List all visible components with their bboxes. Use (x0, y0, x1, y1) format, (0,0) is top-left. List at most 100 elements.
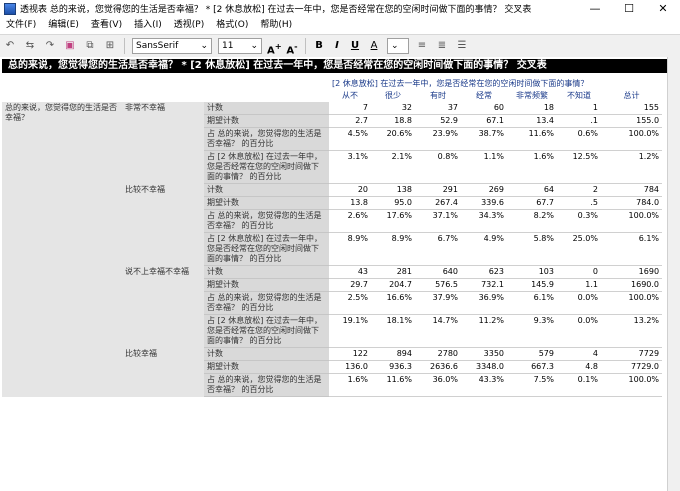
underline-button[interactable]: U (348, 39, 362, 53)
table-cell: 18.1% (371, 314, 415, 348)
table-cell: 11.6% (507, 127, 557, 151)
table-cell: 13.4 (507, 114, 557, 128)
table-cell: 732.1 (461, 278, 507, 292)
column-variable-label: [2 休息放松] 在过去一年中，您是否经常在您的空闲时间做下面的事情？ (332, 79, 589, 88)
align-center-icon[interactable]: ≣ (435, 39, 449, 53)
table-cell: 20.6% (371, 127, 415, 151)
table-row: 总的来说，您觉得您的生活是否幸福？ 非常不幸福 计数 7 32 37 60 18 1 155 (2, 102, 663, 397)
table-cell: 13.8 (329, 196, 371, 210)
title-bar: 透视表 总的来说，您觉得您的生活是否幸福？ * [2 休息放松] 在过去一年中，… (0, 0, 680, 17)
pivot-icon[interactable]: ▣ (63, 39, 77, 53)
close-button[interactable]: ✕ (646, 0, 680, 17)
redo-icon[interactable]: ↷ (43, 39, 57, 53)
table-cell: 269 (461, 183, 507, 197)
table-cell: 2 (557, 183, 601, 197)
statistic-label: 计数 (204, 265, 329, 279)
vertical-scrollbar[interactable] (667, 57, 680, 491)
table-cell: 18.8 (371, 114, 415, 128)
table-cell: 100.0% (601, 291, 663, 315)
align-right-icon[interactable]: ☰ (455, 39, 469, 53)
table-cell: 623 (461, 265, 507, 279)
italic-button[interactable]: I (330, 39, 344, 53)
menu-format[interactable]: 格式(O) (210, 17, 254, 34)
toolbar-separator (305, 38, 306, 54)
table-cell: 6.7% (415, 232, 461, 266)
table-cell: 1.1 (557, 278, 601, 292)
table-cell: 1.6% (329, 373, 371, 397)
table-cell: 67.7 (507, 196, 557, 210)
table-cell: 579 (507, 347, 557, 361)
chevron-down-icon: ⌄ (391, 41, 399, 51)
maximize-button[interactable]: ☐ (612, 0, 646, 17)
table-cell: 1.2% (601, 150, 663, 184)
table-cell: 894 (371, 347, 415, 361)
menu-file[interactable]: 文件(F) (0, 17, 42, 34)
menu-help[interactable]: 帮助(H) (254, 17, 298, 34)
statistic-label: 占 [2 休息放松] 在过去一年中，您是否经常在您的空闲时间做下面的事情？ 的百… (204, 314, 329, 348)
table-cell: 936.3 (371, 360, 415, 374)
table-cell: 100.0% (601, 209, 663, 233)
swap-icon[interactable]: ⇆ (23, 39, 37, 53)
statistic-label: 占 [2 休息放松] 在过去一年中，您是否经常在您的空闲时间做下面的事情？ 的百… (204, 150, 329, 184)
table-cell: 43.3% (461, 373, 507, 397)
minimize-button[interactable]: — (578, 0, 612, 17)
table-cell: 0.6% (557, 127, 601, 151)
font-size-value: 11 (222, 41, 234, 51)
font-size-select[interactable]: 11 ⌄ (218, 38, 262, 54)
table-cell: 784.0 (601, 196, 663, 210)
table-cell: 38.7% (461, 127, 507, 151)
table-cell: 100.0% (601, 373, 663, 397)
column-header: 非常频繁 (516, 91, 548, 100)
table-cell: 7729 (601, 347, 663, 361)
menu-view[interactable]: 查看(V) (85, 17, 128, 34)
table-cell: 784 (601, 183, 663, 197)
table-cell: 267.4 (415, 196, 461, 210)
table-cell: 17.6% (371, 209, 415, 233)
font-grow-button[interactable]: A+ (267, 39, 282, 57)
table-cell: .1 (557, 114, 601, 128)
table-cell: 2.5% (329, 291, 371, 315)
table-cell: 2780 (415, 347, 461, 361)
table-cell: 36.0% (415, 373, 461, 397)
font-select[interactable]: SansSerif ⌄ (132, 38, 212, 54)
table-cell: 60 (461, 102, 507, 115)
table-cell: 8.9% (329, 232, 371, 266)
table-cell: 43 (329, 265, 371, 279)
font-shrink-button[interactable]: A- (285, 39, 299, 56)
table-cell: 2.1% (371, 150, 415, 184)
font-color-icon[interactable]: A (367, 39, 381, 53)
align-left-icon[interactable]: ≡ (415, 39, 429, 53)
table-cell: 7.5% (507, 373, 557, 397)
bold-button[interactable]: B (312, 39, 326, 53)
table-cell: 3348.0 (461, 360, 507, 374)
chevron-down-icon: ⌄ (250, 41, 258, 51)
table-cell: 13.2% (601, 314, 663, 348)
font-grow-label: A (267, 45, 275, 57)
menu-insert[interactable]: 插入(I) (128, 17, 168, 34)
table-cell: .5 (557, 196, 601, 210)
table-cell: 1.1% (461, 150, 507, 184)
table-cell: 4 (557, 347, 601, 361)
table-cell: 0.0% (557, 291, 601, 315)
table-cell: 1690 (601, 265, 663, 279)
table-cell: 20 (329, 183, 371, 197)
undo-icon[interactable]: ↶ (3, 39, 17, 53)
table-cell: 1.6% (507, 150, 557, 184)
table-cell: 95.0 (371, 196, 415, 210)
pivot-table-viewer[interactable]: 总的来说，您觉得您的生活是否幸福？ * [2 休息放松] 在过去一年中，您是否经… (0, 57, 680, 491)
table-cell: 0.8% (415, 150, 461, 184)
table-cell: 0 (557, 265, 601, 279)
menu-edit[interactable]: 编辑(E) (42, 17, 85, 34)
header-spacer (2, 90, 329, 102)
layer-icon[interactable]: ⧉ (83, 39, 97, 53)
row-category-label: 比较不幸福 (122, 183, 204, 266)
statistic-label: 占 总的来说，您觉得您的生活是否幸福？ 的百分比 (204, 291, 329, 315)
table-cell: 23.9% (415, 127, 461, 151)
table-cell: 52.9 (415, 114, 461, 128)
menu-pivot[interactable]: 透视(P) (168, 17, 210, 34)
column-header: 有时 (430, 91, 446, 100)
table-cell: 7 (329, 102, 371, 115)
fill-color-select[interactable]: ⌄ (387, 38, 409, 54)
transpose-icon[interactable]: ⊞ (103, 39, 117, 53)
statistic-label: 计数 (204, 102, 329, 115)
